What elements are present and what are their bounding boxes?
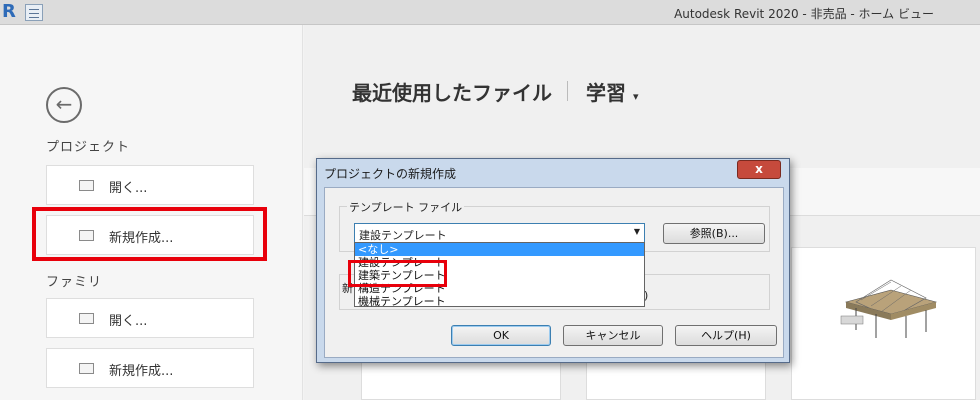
family-open-button[interactable]: 開く... [46,298,254,338]
highlight-box [348,260,447,287]
revit-logo-icon[interactable]: R [2,2,20,22]
project-section-label: プロジェクト [46,140,131,155]
family-open-label: 開く... [109,314,148,329]
template-select[interactable]: 建設テンプレート ▼ [354,223,645,243]
family-new-button[interactable]: 新規作成... [46,348,254,388]
family-new-label: 新規作成... [109,364,174,379]
title-bar: R Autodesk Revit 2020 - 非売品 - ホーム ビュー [0,0,980,25]
back-arrow-icon[interactable]: ← [46,87,82,123]
dropdown-arrow-icon[interactable]: ▼ [634,227,640,236]
project-open-label: 開く... [109,181,148,196]
dropdown-item-mechanical[interactable]: 機械テンプレート [355,295,644,308]
cancel-button[interactable]: キャンセル [563,325,663,346]
house-model-thumbnail [840,279,938,338]
learn-label: 学習 [586,81,626,105]
browse-button[interactable]: 参照(B)... [663,223,765,244]
close-icon[interactable]: x [737,160,781,179]
heading-divider [567,81,568,101]
dropdown-item-none[interactable]: <なし> [355,243,644,256]
highlight-box [32,207,267,261]
new-document-icon [79,363,94,374]
dialog-title: プロジェクトの新規作成 [324,167,457,181]
help-button[interactable]: ヘルプ(H) [675,325,777,346]
folder-open-icon [79,180,94,191]
family-section-label: ファミリ [46,275,103,290]
window-title: Autodesk Revit 2020 - 非売品 - ホーム ビュー [674,7,934,21]
template-file-label: テンプレート ファイル [347,199,465,215]
ok-button[interactable]: OK [451,325,551,346]
learn-menu[interactable]: 学習 ▾ [586,77,639,106]
project-open-button[interactable]: 開く... [46,165,254,205]
quick-access-icon[interactable] [25,4,43,21]
recent-files-heading[interactable]: 最近使用したファイル [352,77,552,106]
template-select-value: 建設テンプレート [359,229,447,242]
folder-open-icon [79,313,94,324]
chevron-down-icon: ▾ [632,90,639,103]
